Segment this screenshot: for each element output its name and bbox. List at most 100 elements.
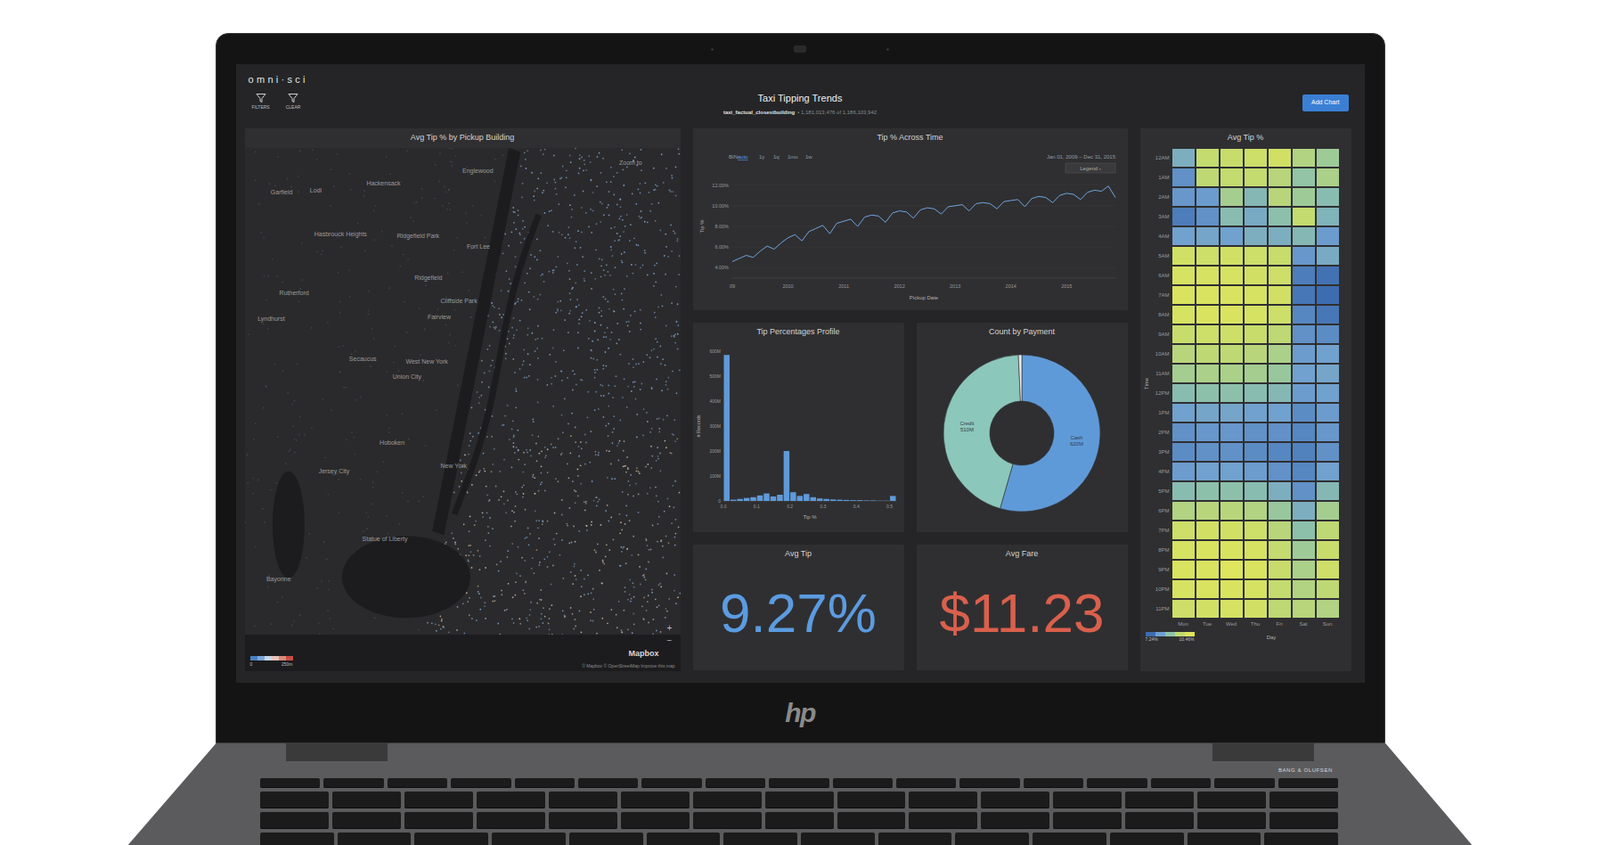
heatmap-cell[interactable] <box>1195 187 1220 207</box>
heatmap-cell[interactable] <box>1195 147 1220 168</box>
heatmap-cell[interactable] <box>1315 559 1340 580</box>
key[interactable] <box>1125 811 1194 829</box>
heatmap-cell[interactable] <box>1291 304 1316 325</box>
heatmap-cell[interactable] <box>1243 441 1268 462</box>
heatmap-cell[interactable] <box>1243 304 1268 325</box>
histogram-bar[interactable] <box>876 499 882 501</box>
heatmap-cell[interactable] <box>1291 422 1316 442</box>
heatmap-cell[interactable] <box>1243 245 1268 266</box>
key[interactable] <box>548 791 618 809</box>
bin-option[interactable]: 1y <box>759 154 765 160</box>
heatmap-cell[interactable] <box>1171 481 1196 501</box>
key[interactable] <box>1053 811 1122 829</box>
heatmap-cell[interactable] <box>1267 383 1292 403</box>
key[interactable] <box>723 832 798 845</box>
key[interactable] <box>768 777 829 788</box>
histogram-bar[interactable] <box>776 494 783 501</box>
histogram-bar[interactable] <box>803 493 809 501</box>
heatmap-cell[interactable] <box>1315 461 1340 482</box>
heatmap-cell[interactable] <box>1219 461 1244 482</box>
heatmap-cell[interactable] <box>1195 579 1220 599</box>
heatmap-cell[interactable] <box>1291 285 1316 305</box>
heatmap-cell[interactable] <box>1171 441 1196 462</box>
heatmap-cell[interactable] <box>1291 187 1316 207</box>
heatmap-cell[interactable] <box>1243 206 1268 227</box>
key[interactable] <box>800 832 875 845</box>
heatmap-cell[interactable] <box>1315 147 1340 168</box>
key[interactable] <box>693 791 762 809</box>
heatmap-cell[interactable] <box>1171 598 1196 619</box>
key[interactable] <box>1053 791 1122 809</box>
heatmap-cell[interactable] <box>1195 539 1220 560</box>
histogram-bar[interactable] <box>736 498 743 501</box>
heatmap-cell[interactable] <box>1291 363 1316 384</box>
heatmap-cell[interactable] <box>1195 461 1220 482</box>
heatmap-cell[interactable] <box>1315 245 1340 266</box>
heatmap-cell[interactable] <box>1195 324 1220 344</box>
heatmap-cell[interactable] <box>1171 226 1196 246</box>
key[interactable] <box>491 832 566 845</box>
heatmap-cell[interactable] <box>1171 520 1196 540</box>
heatmap-cell[interactable] <box>1315 422 1340 442</box>
heatmap-cell[interactable] <box>1267 598 1292 619</box>
heatmap-cell[interactable] <box>1291 559 1316 580</box>
heatmap-cell[interactable] <box>1243 343 1268 364</box>
key[interactable] <box>1278 777 1339 788</box>
heatmap-cell[interactable] <box>1315 539 1340 560</box>
key[interactable] <box>908 791 978 809</box>
key[interactable] <box>1264 832 1339 845</box>
key[interactable] <box>450 777 511 788</box>
heatmap-cell[interactable] <box>1219 402 1244 423</box>
heatmap-cell[interactable] <box>1291 402 1316 423</box>
heatmap-cell[interactable] <box>1195 167 1220 188</box>
heatmap-cell[interactable] <box>1219 422 1244 442</box>
heatmap-cell[interactable] <box>1171 324 1196 344</box>
key[interactable] <box>1151 777 1211 788</box>
heatmap-cell[interactable] <box>1291 383 1316 403</box>
heatmap-cell[interactable] <box>1243 383 1268 403</box>
heatmap-cell[interactable] <box>1219 285 1244 305</box>
heatmap-cell[interactable] <box>1243 402 1268 423</box>
heatmap-cell[interactable] <box>1219 500 1244 521</box>
heatmap-cell[interactable] <box>1171 265 1196 286</box>
key[interactable] <box>476 811 546 829</box>
heatmap-cell[interactable] <box>1171 559 1196 580</box>
histogram-bar[interactable] <box>783 450 789 501</box>
heatmap-cell[interactable] <box>1291 461 1316 482</box>
key[interactable] <box>620 811 690 829</box>
heatmap-cell[interactable] <box>1267 187 1292 207</box>
histogram-bar[interactable] <box>769 496 776 501</box>
heatmap-cell[interactable] <box>1267 559 1292 580</box>
histogram-bar[interactable] <box>823 498 829 501</box>
heatmap-cell[interactable] <box>1315 598 1340 619</box>
key[interactable] <box>1110 832 1184 845</box>
heatmap-cell[interactable] <box>1315 187 1340 207</box>
heatmap-cell[interactable] <box>1219 441 1244 462</box>
heatmap-cell[interactable] <box>1219 265 1244 286</box>
histogram-bar[interactable] <box>796 495 802 501</box>
key[interactable] <box>765 791 834 809</box>
heatmap-cell[interactable] <box>1171 304 1196 325</box>
donut-slice[interactable]: Credit510M <box>943 354 1021 508</box>
heatmap-cell[interactable] <box>1195 343 1220 364</box>
key[interactable] <box>332 811 401 829</box>
histogram-bar[interactable] <box>756 495 762 501</box>
heatmap-cell[interactable] <box>1171 187 1196 207</box>
key[interactable] <box>896 777 956 788</box>
heatmap-cell[interactable] <box>1195 598 1220 619</box>
heatmap-cell[interactable] <box>1315 304 1340 325</box>
heatmap-cell[interactable] <box>1267 226 1292 246</box>
key[interactable] <box>1032 832 1107 845</box>
heatmap-cell[interactable] <box>1315 343 1340 364</box>
heatmap-cell[interactable] <box>1243 559 1268 580</box>
heatmap-cell[interactable] <box>1219 147 1244 168</box>
key[interactable] <box>323 777 384 788</box>
heatmap-cell[interactable] <box>1171 500 1196 521</box>
heatmap-cell[interactable] <box>1171 539 1196 560</box>
heatmap-cell[interactable] <box>1315 324 1340 344</box>
legend-toggle[interactable]: Legend › <box>1079 165 1102 172</box>
heatmap-cell[interactable] <box>1219 520 1244 540</box>
key[interactable] <box>980 811 1050 829</box>
heatmap-cell[interactable] <box>1291 441 1316 462</box>
heatmap-cell[interactable] <box>1291 598 1316 619</box>
